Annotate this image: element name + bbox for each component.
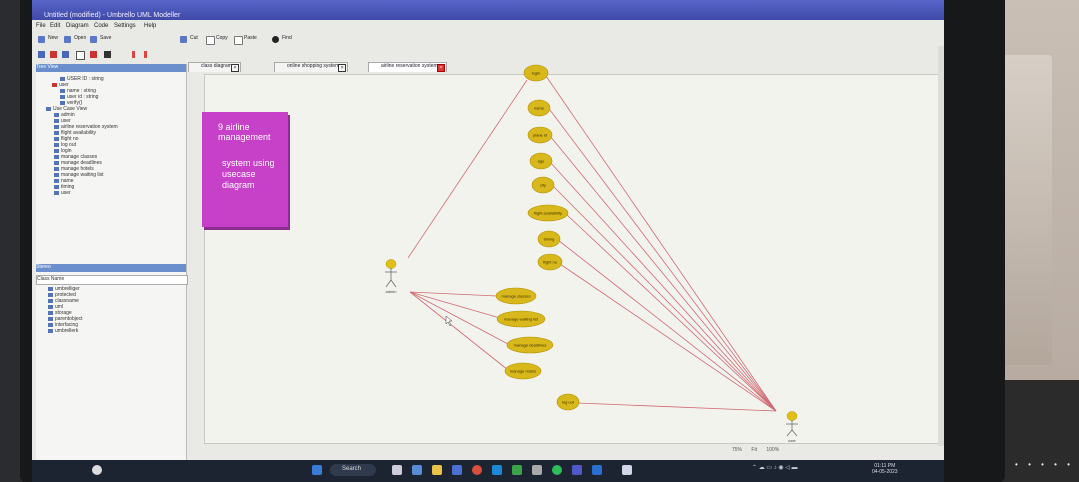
svg-text:plane id: plane id [533, 133, 547, 138]
task-view-icon[interactable] [392, 465, 402, 475]
xbox-icon[interactable] [512, 465, 522, 475]
svg-text:flight availability: flight availability [534, 211, 562, 216]
usecase-age[interactable]: age [529, 152, 553, 170]
weather-icon[interactable] [92, 465, 102, 475]
widgets-icon[interactable] [412, 465, 422, 475]
svg-text:city: city [540, 183, 546, 188]
usecase-manage-hotels[interactable]: manage hotels [504, 362, 542, 380]
usecase-city[interactable]: city [531, 176, 555, 194]
svg-text:admin: admin [386, 289, 397, 294]
association-line [409, 291, 509, 371]
settings-icon[interactable] [532, 465, 542, 475]
taskbar-clock[interactable]: 01:11 PM 04-05-2023 [872, 463, 898, 475]
association-line [577, 402, 777, 412]
association-line [409, 291, 509, 345]
chrome-icon[interactable] [472, 465, 482, 475]
actor-admin[interactable]: admin [385, 259, 397, 295]
usecase-manage-classes[interactable]: manage classes [495, 287, 537, 305]
system-tray[interactable]: ⌃ ☁ ▭ ♪ ◉ ◁ ▬ [752, 464, 798, 471]
usecase-plane-id[interactable]: plane id [527, 126, 553, 144]
umbrello-app-icon[interactable] [622, 465, 632, 475]
usecase-flight-no[interactable]: flight no [537, 253, 563, 271]
svg-text:flight no: flight no [543, 260, 558, 265]
file-explorer-icon[interactable] [432, 465, 442, 475]
svg-text:name: name [534, 106, 545, 111]
usecase-manage-deadlines[interactable]: manage deadlines [506, 336, 554, 354]
store-icon[interactable] [492, 465, 502, 475]
usecase-manage-waiting-list[interactable]: manage waiting list [496, 310, 546, 328]
svg-text:manage waiting list: manage waiting list [504, 317, 539, 322]
svg-text:user: user [788, 438, 796, 443]
svg-text:manage hotels: manage hotels [510, 369, 536, 374]
usecase-diagram: login name plane id age city flight avai… [385, 64, 798, 444]
actor-user-head [786, 411, 798, 421]
teams-icon[interactable] [572, 465, 582, 475]
association-line [549, 161, 777, 412]
association-line [545, 75, 777, 412]
start-icon[interactable] [312, 465, 322, 475]
association-line [407, 79, 528, 259]
association-line [559, 263, 777, 412]
svg-text:age: age [538, 159, 545, 164]
svg-text:timing: timing [544, 237, 555, 242]
mail-icon[interactable] [452, 465, 462, 475]
usecase-name[interactable]: name [527, 99, 551, 117]
whatsapp-icon[interactable] [552, 465, 562, 475]
windows-taskbar: Search ⌃ ☁ ▭ ♪ ◉ ◁ ▬ 01:11 PM 04-05-2023 [32, 460, 944, 482]
association-line [565, 213, 777, 412]
svg-text:manage classes: manage classes [502, 294, 531, 299]
svg-text:login: login [532, 71, 540, 76]
actor-admin-head [385, 259, 397, 269]
actor-user[interactable]: user [786, 411, 798, 444]
association-line [552, 185, 777, 412]
svg-text:manage deadlines: manage deadlines [514, 343, 547, 348]
word-icon[interactable] [592, 465, 602, 475]
association-line [549, 135, 777, 412]
usecase-login[interactable]: login [523, 64, 549, 82]
usecase-flight-availability[interactable]: flight availability [527, 204, 569, 222]
usecase-timing[interactable]: timing [537, 230, 561, 248]
taskbar-search[interactable]: Search [330, 464, 376, 476]
usecase-log-out[interactable]: log out [556, 393, 580, 411]
svg-text:log out: log out [562, 400, 575, 405]
